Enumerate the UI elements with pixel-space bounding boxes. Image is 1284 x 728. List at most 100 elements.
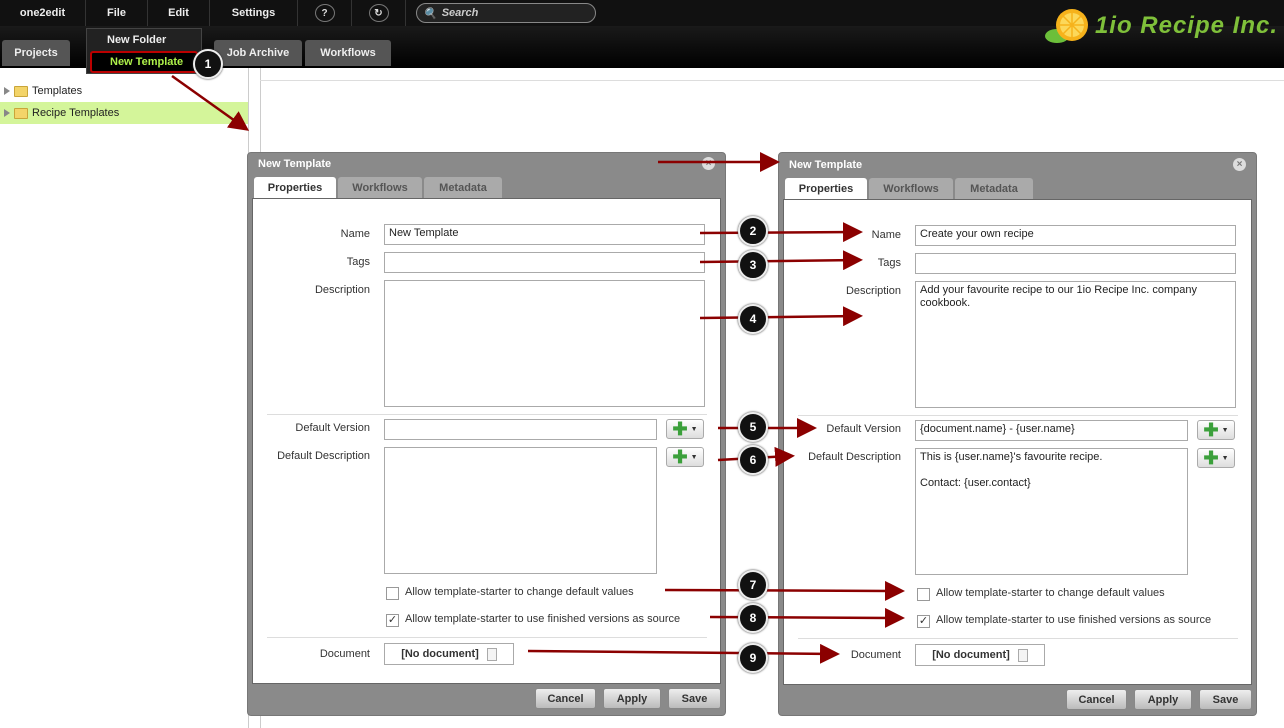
caret-down-icon: ▼: [1221, 426, 1229, 434]
caret-down-icon: ▼: [690, 425, 698, 433]
step-badge: 2: [738, 216, 768, 246]
caret-down-icon: ▼: [690, 453, 698, 461]
page-icon: [486, 647, 497, 661]
tab-projects[interactable]: Projects: [2, 40, 70, 66]
lemon-icon: [1044, 9, 1088, 43]
close-icon[interactable]: ×: [702, 157, 715, 170]
search-icon: 🔍: [423, 7, 437, 20]
step-badge: 3: [738, 250, 768, 280]
default-description-field[interactable]: [384, 447, 657, 574]
description-field[interactable]: [384, 280, 705, 407]
divider: [267, 414, 707, 415]
page-icon: [1017, 648, 1028, 662]
new-template-dialog-left: New Template × Properties Workflows Meta…: [247, 152, 726, 716]
document-button[interactable]: [No document]: [384, 643, 514, 665]
finished-versions-checkbox[interactable]: ✓: [917, 615, 930, 628]
folder-icon: [14, 85, 28, 97]
tags-label: Tags: [346, 256, 370, 268]
expand-icon[interactable]: [4, 109, 10, 117]
help-button[interactable]: ?: [298, 0, 352, 26]
name-field[interactable]: Create your own recipe: [915, 225, 1236, 246]
change-defaults-checkbox[interactable]: [386, 587, 399, 600]
refresh-button[interactable]: ↻: [352, 0, 406, 26]
tree-item-label: Recipe Templates: [32, 107, 120, 119]
step-badge: 4: [738, 304, 768, 334]
default-version-field[interactable]: {document.name} - {user.name}: [915, 420, 1188, 441]
tab-workflows[interactable]: Workflows: [338, 177, 422, 198]
edit-menu[interactable]: Edit: [148, 0, 210, 26]
dialog-body: Name Create your own recipe Tags Descrip…: [783, 199, 1252, 685]
folder-icon: [14, 107, 28, 119]
insert-variable-button[interactable]: ✚ ▼: [1197, 420, 1235, 440]
document-button[interactable]: [No document]: [915, 644, 1045, 666]
step-badge: 8: [738, 603, 768, 633]
divider: [267, 637, 707, 638]
tree-item-recipe-templates[interactable]: Recipe Templates: [0, 102, 248, 124]
default-description-field[interactable]: This is {user.name}'s favourite recipe. …: [915, 448, 1188, 575]
step-badge: 7: [738, 570, 768, 600]
document-button-label: [No document]: [401, 648, 479, 660]
settings-menu[interactable]: Settings: [210, 0, 298, 26]
question-icon: ?: [314, 4, 335, 22]
new-template-dialog-right: New Template × Properties Workflows Meta…: [778, 152, 1257, 716]
logo-text: 1io Recipe Inc.: [1094, 12, 1278, 39]
tree-item-templates[interactable]: Templates: [0, 80, 248, 102]
menu-item-new-template[interactable]: New Template: [90, 51, 198, 73]
close-icon[interactable]: ×: [1233, 158, 1246, 171]
save-button[interactable]: Save: [1199, 689, 1252, 710]
menu-item-new-folder[interactable]: New Folder: [87, 29, 201, 51]
default-description-label: Default Description: [277, 450, 370, 462]
search-input[interactable]: 🔍 Search: [416, 3, 596, 23]
divider: [798, 638, 1238, 639]
default-version-field[interactable]: [384, 419, 657, 440]
save-button[interactable]: Save: [668, 688, 721, 709]
apply-button[interactable]: Apply: [1134, 689, 1192, 710]
insert-variable-button[interactable]: ✚ ▼: [666, 419, 704, 439]
step-badge: 9: [738, 643, 768, 673]
app-menu[interactable]: one2edit: [0, 0, 86, 26]
folder-tree: Templates Recipe Templates: [0, 80, 248, 124]
finished-versions-checkbox[interactable]: ✓: [386, 614, 399, 627]
logo: 1io Recipe Inc.: [1044, 6, 1278, 46]
tags-field[interactable]: [384, 252, 705, 273]
expand-icon[interactable]: [4, 87, 10, 95]
document-button-label: [No document]: [932, 649, 1010, 661]
name-field[interactable]: New Template: [384, 224, 705, 245]
step-badge: 1: [193, 49, 223, 79]
tab-workflows[interactable]: Workflows: [305, 40, 391, 66]
insert-variable-button[interactable]: ✚ ▼: [1197, 448, 1235, 468]
document-label: Document: [319, 648, 370, 660]
default-description-line: Contact: {user.contact}: [920, 477, 1031, 489]
tab-metadata[interactable]: Metadata: [955, 178, 1033, 199]
apply-button[interactable]: Apply: [603, 688, 661, 709]
dialog-title: New Template: [789, 159, 863, 171]
cancel-button[interactable]: Cancel: [535, 688, 596, 709]
description-label: Description: [845, 285, 901, 297]
tree-item-label: Templates: [32, 85, 83, 97]
divider: [798, 415, 1238, 416]
change-defaults-checkbox[interactable]: [917, 588, 930, 601]
plus-icon: ✚: [672, 447, 688, 467]
dialog-title: New Template: [258, 158, 332, 170]
default-version-label: Default Version: [295, 422, 370, 434]
cancel-button[interactable]: Cancel: [1066, 689, 1127, 710]
caret-down-icon: ▼: [1221, 454, 1229, 462]
tab-workflows[interactable]: Workflows: [869, 178, 953, 199]
description-field[interactable]: Add your favourite recipe to our 1io Rec…: [915, 281, 1236, 408]
tab-job-archive[interactable]: Job Archive: [214, 40, 302, 66]
insert-variable-button[interactable]: ✚ ▼: [666, 447, 704, 467]
document-label: Document: [850, 649, 901, 661]
step-badge: 6: [738, 445, 768, 475]
name-label: Name: [340, 228, 370, 240]
tab-properties[interactable]: Properties: [785, 178, 867, 199]
plus-icon: ✚: [672, 419, 688, 439]
tab-properties[interactable]: Properties: [254, 177, 336, 198]
tab-metadata[interactable]: Metadata: [424, 177, 502, 198]
plus-icon: ✚: [1203, 448, 1219, 468]
default-description-line: This is {user.name}'s favourite recipe.: [920, 451, 1103, 463]
change-defaults-label: Allow template-starter to change default…: [405, 586, 634, 598]
finished-versions-label: Allow template-starter to use finished v…: [405, 613, 681, 625]
finished-versions-label: Allow template-starter to use finished v…: [936, 614, 1212, 626]
tags-field[interactable]: [915, 253, 1236, 274]
file-menu[interactable]: File: [86, 0, 148, 26]
